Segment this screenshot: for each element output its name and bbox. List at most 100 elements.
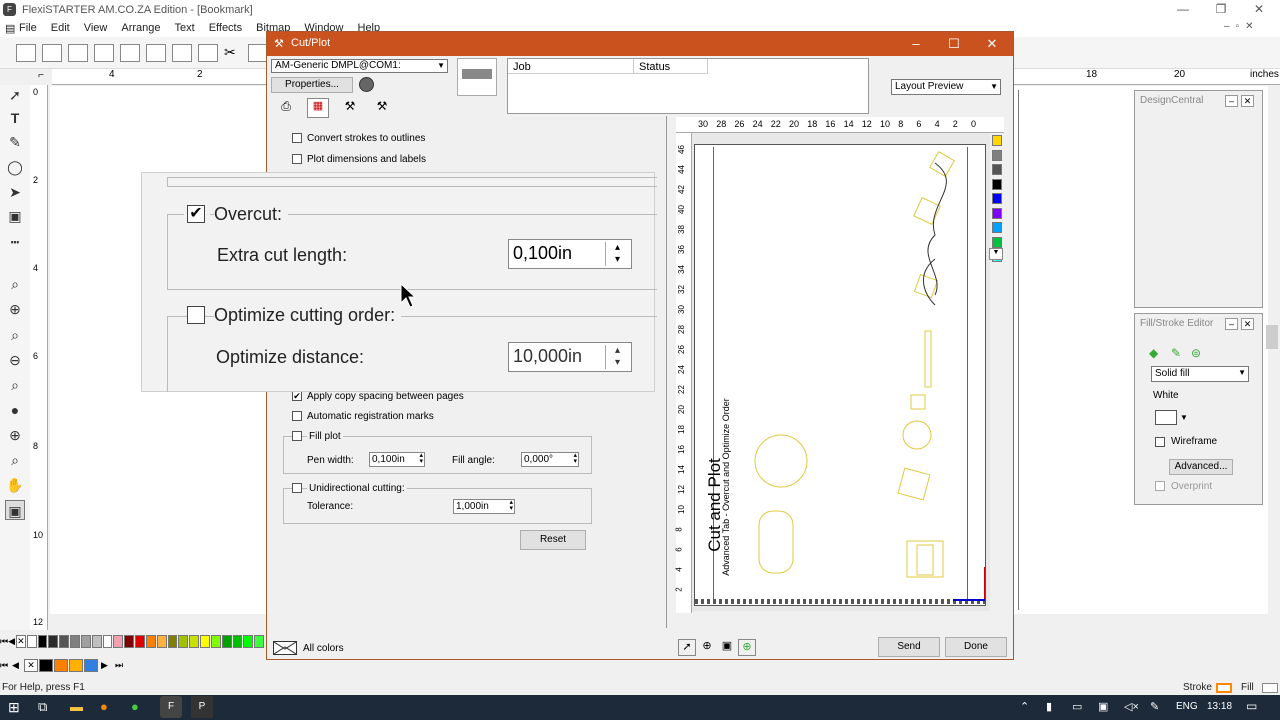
vertical-scrollbar[interactable] — [1268, 90, 1280, 610]
job-list[interactable]: Job Status — [507, 58, 869, 114]
preview-color-swatch[interactable] — [992, 149, 1002, 161]
dialog-minimize-icon[interactable]: – — [897, 32, 935, 56]
open-icon[interactable] — [42, 44, 62, 62]
minimize-icon[interactable]: — — [1164, 0, 1202, 19]
zoom-out-icon[interactable]: ⊖ — [5, 350, 25, 370]
palette-nav-icon[interactable]: ◀ — [12, 660, 24, 671]
import-icon[interactable] — [94, 44, 114, 62]
production-manager-icon[interactable] — [359, 77, 374, 92]
volume-icon[interactable]: ◁× — [1124, 700, 1139, 713]
ellipse-tool-icon[interactable]: ◯ — [5, 157, 25, 177]
tab-tiling-icon[interactable]: ⚒ — [373, 99, 391, 117]
task-view-icon[interactable]: ⧉ — [38, 699, 47, 715]
convert-strokes-checkbox[interactable] — [292, 133, 302, 143]
no-color-swatch[interactable]: ✕ — [15, 634, 26, 648]
palette-swatch[interactable] — [210, 634, 221, 648]
crop-tool-icon[interactable]: ▣ — [5, 206, 25, 226]
language-indicator[interactable]: ENG — [1176, 701, 1198, 712]
reset-button[interactable]: Reset — [520, 530, 586, 550]
palette-swatch[interactable] — [39, 658, 53, 672]
restore-icon[interactable]: ❐ — [1202, 0, 1240, 19]
spinner-icon[interactable]: ▴ ▾ — [605, 345, 629, 369]
plot-icon[interactable] — [198, 44, 218, 62]
done-button[interactable]: Done — [945, 637, 1007, 657]
panel-minimize-icon[interactable]: – — [1225, 318, 1238, 330]
fill-type-select[interactable]: Solid fill ▼ — [1151, 366, 1249, 382]
copy-icon[interactable] — [248, 44, 268, 62]
no-color-swatch[interactable]: ✕ — [24, 658, 38, 672]
pen-icon[interactable]: ✎ — [1171, 346, 1181, 360]
palette-swatch[interactable] — [54, 658, 68, 672]
palette-swatch[interactable] — [135, 634, 145, 648]
palette-swatch[interactable] — [232, 634, 243, 648]
start-icon[interactable]: ⊞ — [8, 699, 20, 716]
preview-color-swatch[interactable] — [992, 178, 1002, 190]
overcut-checkbox[interactable]: ✔ — [187, 205, 205, 223]
spinner-icon[interactable]: ▴ ▾ — [573, 452, 577, 465]
pan-tool-icon[interactable]: ✋ — [5, 475, 25, 495]
pen-tray-icon[interactable]: ✎ — [1150, 700, 1159, 713]
palette-swatch[interactable] — [200, 634, 210, 648]
select-tool-icon[interactable]: ➚ — [5, 85, 25, 105]
palette-swatch[interactable] — [243, 634, 254, 648]
job-column-header[interactable]: Job — [508, 59, 634, 74]
palette-swatch[interactable] — [69, 658, 83, 672]
tab-panels-icon[interactable]: ⚒ — [341, 99, 359, 117]
wireframe-checkbox[interactable] — [1155, 437, 1165, 447]
preview-color-swatch[interactable] — [992, 236, 1002, 248]
device-select[interactable]: AM-Generic DMPL@COM1: ▼ — [271, 59, 448, 73]
palette-swatch[interactable] — [48, 634, 59, 648]
fill-angle-input[interactable]: 0,000° ▴ ▾ — [521, 452, 579, 467]
preview-color-swatch[interactable] — [992, 164, 1002, 175]
palette-swatch[interactable] — [167, 634, 178, 648]
microphone-icon[interactable]: ▮ — [1046, 700, 1052, 713]
fill-swatch[interactable] — [1262, 683, 1278, 693]
color-swatch[interactable] — [1155, 410, 1177, 425]
battery-icon[interactable]: ▭ — [1072, 700, 1082, 713]
unidirectional-checkbox[interactable] — [292, 483, 302, 493]
palette-nav-icon[interactable]: ⏮ — [0, 636, 8, 647]
zoom-fit-icon[interactable]: ⊕ — [5, 425, 25, 445]
menu-text[interactable]: Text — [168, 22, 202, 34]
view-mode-select[interactable]: Layout Preview ▼ — [891, 79, 1001, 95]
menu-file[interactable]: File — [12, 22, 44, 34]
properties-button[interactable]: Properties... — [271, 77, 353, 93]
palette-swatch[interactable] — [178, 634, 189, 648]
zoom-selection-icon[interactable]: ⌕ — [5, 375, 25, 395]
dialog-close-icon[interactable]: ✕ — [973, 32, 1011, 56]
spinner-icon[interactable]: ▴ ▾ — [509, 499, 513, 512]
status-column-header[interactable]: Status — [634, 59, 708, 74]
chevron-down-icon[interactable]: ▼ — [1180, 413, 1188, 422]
print-icon[interactable] — [146, 44, 166, 62]
preview-hscrollbar[interactable] — [692, 611, 990, 622]
palette-swatch[interactable] — [26, 634, 37, 648]
preview-select-icon[interactable]: ➚ — [678, 639, 696, 656]
scissors-icon[interactable]: ✂ — [224, 44, 244, 62]
save-icon[interactable] — [68, 44, 88, 62]
measure-tool-icon[interactable]: ┅ — [5, 232, 25, 252]
optimize-order-checkbox[interactable] — [187, 306, 205, 324]
preview-color-swatch[interactable] — [992, 207, 1002, 219]
tray-chevron-icon[interactable]: ⌃ — [1020, 700, 1029, 713]
notifications-icon[interactable]: ▭ — [1246, 699, 1257, 713]
chrome-icon[interactable]: ● — [131, 699, 139, 714]
palette-swatch[interactable] — [70, 634, 80, 648]
zoom-page-icon[interactable]: ⌕ — [5, 325, 25, 345]
advanced-button[interactable]: Advanced... — [1169, 459, 1233, 475]
preview-zoom-all-icon[interactable]: ⊕ — [738, 639, 756, 656]
stroke-swatch[interactable] — [1216, 683, 1232, 693]
palette-swatch[interactable] — [221, 634, 232, 648]
palette-swatch[interactable] — [84, 658, 98, 672]
shape-tool-icon[interactable]: ✎ — [5, 132, 25, 152]
plot-dimensions-checkbox[interactable] — [292, 154, 302, 164]
send-button[interactable]: Send — [878, 637, 940, 657]
palette-swatch[interactable] — [91, 634, 102, 648]
overprint-checkbox[interactable] — [1155, 481, 1165, 491]
menu-arrange[interactable]: Arrange — [114, 22, 167, 34]
palette-swatch[interactable] — [145, 634, 156, 648]
close-icon[interactable]: ✕ — [1240, 0, 1278, 19]
fill-bucket-icon[interactable]: ◆ — [1149, 346, 1158, 360]
clock[interactable]: 13:18 — [1207, 701, 1232, 712]
palette-swatch[interactable] — [156, 634, 167, 648]
preview-color-swatch[interactable] — [992, 222, 1002, 233]
